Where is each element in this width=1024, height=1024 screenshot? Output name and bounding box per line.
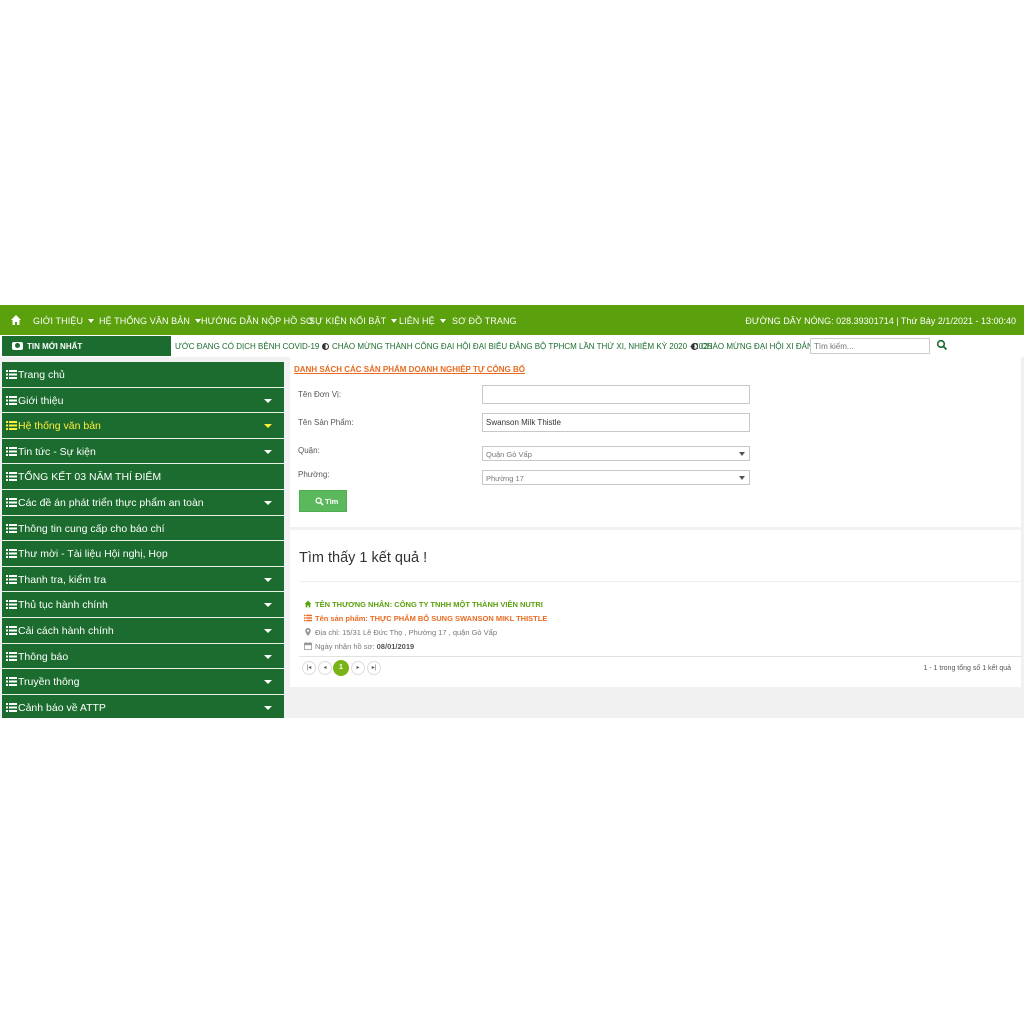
san-pham-label: Tên Sản Phẩm:: [298, 418, 354, 427]
list-icon: [6, 370, 17, 379]
caret-down-icon: [264, 398, 272, 403]
caret-down-icon: [264, 654, 272, 659]
list-icon: [6, 651, 17, 661]
home-icon[interactable]: [10, 314, 22, 326]
sidebar-item-trang-chu[interactable]: Trang chủ: [2, 362, 284, 388]
search-icon[interactable]: [936, 339, 948, 351]
pager-info: 1 - 1 trong tổng số 1 kết quả: [923, 665, 1011, 672]
contrast-icon: [322, 343, 329, 350]
sidebar-item-thu-tuc[interactable]: Thủ tục hành chính: [2, 592, 284, 618]
list-icon: [6, 600, 17, 610]
divider: [299, 656, 1021, 657]
search-input[interactable]: [810, 338, 930, 354]
sidebar-item-tong-ket[interactable]: TỔNG KẾT 03 NĂM THÍ ĐIỂM: [2, 464, 284, 490]
phuong-select[interactable]: Phường 17: [482, 470, 750, 485]
page-frame: GIỚI THIỆU HỆ THỐNG VĂN BẢN HƯỚNG DẪN NỘ…: [0, 305, 1024, 718]
next-page-button[interactable]: ▸: [351, 661, 365, 675]
home-icon: [304, 600, 312, 608]
result-date: Ngày nhận hồ sơ: 08/01/2019: [304, 642, 414, 651]
divider: [299, 581, 1021, 582]
page-title: DANH SÁCH CÁC SẢN PHẨM DOANH NGHIỆP TỰ C…: [294, 365, 525, 374]
sidebar-item-tin-tuc-su-kien[interactable]: Tin tức - Sự kiện: [2, 438, 284, 465]
caret-down-icon: [264, 705, 272, 710]
quan-select[interactable]: Quận Gò Vấp: [482, 446, 750, 461]
sidebar-item-he-thong-van-ban[interactable]: Hệ thống văn bản: [2, 413, 284, 439]
search-icon: [315, 497, 324, 506]
list-icon: [6, 523, 17, 533]
nav-so-do-trang[interactable]: SƠ ĐỒ TRANG: [452, 316, 517, 326]
sidebar-item-thu-moi[interactable]: Thư mời - Tài liệu Hội nghị, Họp: [2, 541, 284, 567]
list-icon: [6, 549, 17, 559]
quan-label: Quận:: [298, 446, 320, 455]
calendar-icon: [304, 642, 312, 650]
sidebar-item-truyen-thong[interactable]: Truyền thông: [2, 669, 284, 695]
nav-lien-he[interactable]: LIÊN HỆ: [399, 316, 446, 326]
map-marker-icon: [305, 628, 311, 636]
nav-gioi-thieu[interactable]: GIỚI THIỆU: [33, 316, 95, 326]
don-vi-field[interactable]: [482, 385, 750, 404]
caret-down-icon: [264, 500, 272, 505]
list-icon: [6, 497, 17, 507]
hotline-text: ĐƯỜNG DÂY NÓNG: 028.39301714 | Thứ Bảy 2…: [745, 316, 1016, 326]
caret-down-icon: [739, 476, 745, 480]
caret-down-icon: [264, 424, 272, 429]
sidebar-item-thong-bao[interactable]: Thông báo: [2, 643, 284, 670]
page-current-button[interactable]: 1: [333, 660, 349, 676]
phuong-label: Phường:: [298, 470, 330, 479]
first-page-button[interactable]: |◂: [302, 661, 316, 675]
list-icon: [6, 395, 17, 405]
caret-down-icon: [88, 319, 95, 323]
ticker-label: TIN MỚI NHẤT: [2, 336, 171, 356]
don-vi-label: Tên Đơn Vị:: [298, 390, 342, 399]
list-icon: [6, 625, 17, 635]
sidebar-item-thanh-tra[interactable]: Thanh tra, kiểm tra: [2, 566, 284, 593]
sidebar-item-cai-cach[interactable]: Cải cách hành chính: [2, 617, 284, 644]
search-button[interactable]: Tìm: [299, 490, 347, 512]
result-product[interactable]: Tên sản phẩm: THỰC PHẨM BỔ SUNG SWANSON …: [304, 614, 547, 623]
list-icon: [6, 421, 17, 431]
prev-page-button[interactable]: ◂: [318, 661, 332, 675]
caret-down-icon: [264, 603, 272, 608]
ticker-news-item[interactable]: CHÀO MỪNG THÀNH CÔNG ĐẠI HỘI ĐẠI BIỂU ĐẢ…: [322, 342, 712, 351]
sidebar-item-gioi-thieu[interactable]: Giới thiệu: [2, 387, 284, 414]
ticker-news-item[interactable]: ƯỚC ĐANG CÓ DỊCH BỆNH COVID-19: [175, 342, 319, 351]
list-icon: [304, 614, 312, 622]
top-navbar: GIỚI THIỆU HỆ THỐNG VĂN BẢN HƯỚNG DẪN NỘ…: [0, 305, 1024, 335]
caret-down-icon: [739, 452, 745, 456]
contrast-icon: [691, 343, 698, 350]
sidebar-item-canh-bao[interactable]: Cảnh báo về ATTP: [2, 694, 284, 718]
list-icon: [6, 446, 17, 456]
caret-down-icon: [264, 628, 272, 633]
last-page-button[interactable]: ▸|: [367, 661, 381, 675]
caret-down-icon: [264, 680, 272, 685]
nav-huong-dan-nop-ho-so[interactable]: HƯỚNG DẪN NỘP HỒ SƠ: [201, 316, 314, 326]
camera-icon: [12, 342, 23, 350]
result-address: Địa chỉ: 15/31 Lê Đức Thọ , Phường 17 , …: [304, 628, 497, 637]
results-panel: Tìm thấy 1 kết quả ! TÊN THƯƠNG NHÂN: CÔ…: [290, 530, 1021, 687]
sidebar-item-bao-chi[interactable]: Thông tin cung cấp cho báo chí: [2, 515, 284, 542]
caret-down-icon: [439, 319, 446, 323]
search-form-panel: DANH SÁCH CÁC SẢN PHẨM DOANH NGHIỆP TỰ C…: [290, 357, 1021, 527]
nav-su-kien-noi-bat[interactable]: SỰ KIỆN NỔI BẬT: [309, 316, 398, 326]
sidebar-item-de-an[interactable]: Các đề án phát triển thực phẩm an toàn: [2, 489, 284, 516]
list-icon: [6, 472, 17, 482]
list-icon: [6, 677, 17, 687]
sidebar-menu: Trang chủ Giới thiệu Hệ thống văn bản Ti…: [2, 362, 284, 718]
caret-down-icon: [264, 449, 272, 454]
caret-down-icon: [264, 577, 272, 582]
list-icon: [6, 574, 17, 584]
san-pham-field[interactable]: [482, 413, 750, 432]
news-ticker: TIN MỚI NHẤT ƯỚC ĐANG CÓ DỊCH BỆNH COVID…: [0, 335, 1024, 357]
list-icon: [6, 702, 17, 712]
results-count: Tìm thấy 1 kết quả !: [299, 550, 428, 566]
nav-he-thong-van-ban[interactable]: HỆ THỐNG VĂN BẢN: [99, 316, 201, 326]
result-merchant[interactable]: TÊN THƯƠNG NHÂN: CÔNG TY TNHH MỘT THÀNH …: [304, 600, 543, 609]
caret-down-icon: [391, 319, 398, 323]
ticker-news-item[interactable]: CHÀO MỪNG ĐẠI HỘI XI ĐẢNG: [691, 342, 819, 351]
